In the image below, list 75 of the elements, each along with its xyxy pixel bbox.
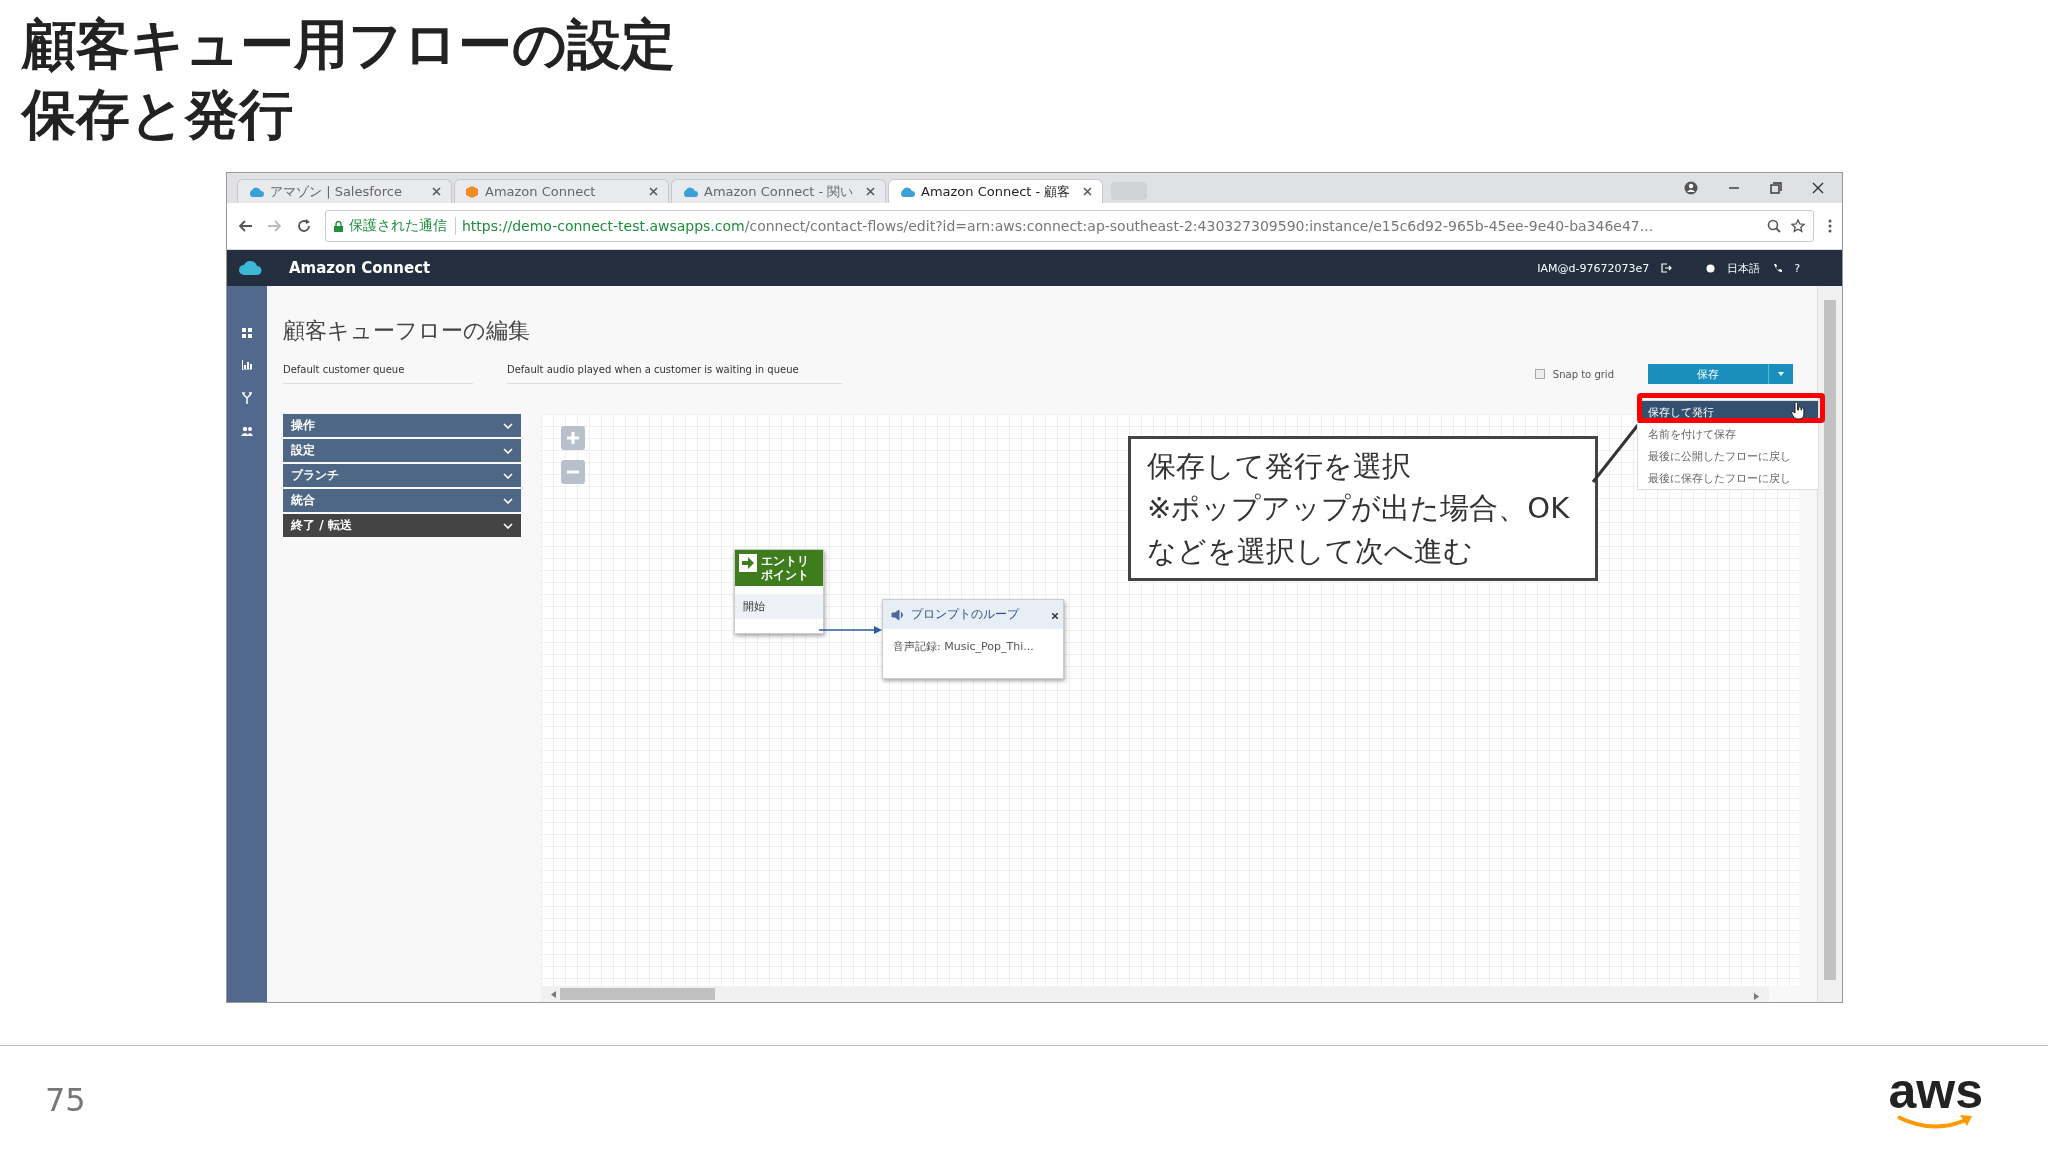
secure-label: 保護された通信: [349, 217, 456, 235]
account-icon[interactable]: [1684, 181, 1698, 195]
snap-checkbox[interactable]: [1534, 369, 1545, 379]
scroll-thumb[interactable]: [1824, 300, 1836, 980]
bar-chart-icon[interactable]: [242, 360, 252, 370]
cloud-icon: [682, 185, 698, 198]
palette-section[interactable]: 設定: [283, 439, 521, 462]
scroll-thumb[interactable]: [560, 988, 715, 1000]
close-icon[interactable]: [1052, 613, 1058, 619]
node-output: 開始: [735, 594, 823, 619]
palette-section[interactable]: 統合: [283, 489, 521, 512]
back-icon[interactable]: [237, 219, 253, 233]
menu-item[interactable]: 名前を付けて保存: [1638, 423, 1818, 445]
input-field[interactable]: Default audio played when a customer is waiting in queue: [507, 364, 842, 384]
restore-icon[interactable]: [1770, 182, 1782, 194]
node-title: プロンプトのループ: [911, 606, 1019, 623]
chevron-icon: [503, 497, 513, 504]
page-number: 75: [45, 1080, 86, 1119]
logout-icon[interactable]: [1661, 263, 1673, 273]
callout-text: などを選択して次へ進む: [1147, 532, 1474, 570]
cloud-icon: [248, 185, 264, 198]
phone-icon[interactable]: [1772, 263, 1783, 273]
input-field[interactable]: Default customer queue: [283, 364, 473, 384]
slide-title: 顧客キュー用フローの設定: [22, 12, 675, 78]
cube-icon: [465, 184, 479, 199]
connector-arrow: [819, 626, 882, 634]
lock-icon: [334, 220, 343, 232]
palette-section[interactable]: 操作: [283, 414, 521, 437]
browser-tab[interactable]: Amazon Connect - 顧客: [888, 179, 1103, 203]
palette-section[interactable]: 終了 / 転送: [283, 514, 521, 537]
menu-item[interactable]: 最後に保存したフローに戻し: [1638, 467, 1818, 489]
url-text: https://demo-connect-test.awsapps.com/connect/contact-flows/edit?id=arn:aws:connect:ap-southeast-2:430327309590:instance/e15c6d92-965b-45ee-9e40-ba346e47...: [462, 218, 1654, 234]
page-title: 顧客キューフローの編集: [283, 317, 531, 345]
close-icon[interactable]: [866, 187, 875, 196]
language-menu[interactable]: 日本語: [1727, 260, 1761, 276]
close-icon[interactable]: [1083, 187, 1092, 196]
node-detail: 音声記録: Music_Pop_Thi...: [892, 639, 1035, 655]
callout-text: ※ポップアップが出た場合、OK: [1147, 490, 1571, 528]
zoom-icon[interactable]: [1767, 219, 1781, 233]
node-title: エントリポイント: [761, 554, 810, 582]
user-name: IAM@d-97672073e7: [1537, 261, 1650, 275]
chevron-icon: [503, 422, 513, 429]
aws-logo-text: aws: [1888, 1068, 1983, 1113]
reload-icon[interactable]: [297, 219, 311, 233]
cloud-logo-icon: [239, 259, 263, 277]
save-button[interactable]: 保存: [1648, 364, 1793, 384]
users-icon[interactable]: [241, 426, 253, 436]
checkbox-label: Snap to grid: [1552, 368, 1614, 380]
kebab-menu-icon[interactable]: [1828, 219, 1832, 233]
chevron-icon: [503, 447, 513, 454]
close-icon[interactable]: [1812, 182, 1824, 194]
scroll-left-icon[interactable]: [551, 990, 556, 998]
app-brand: Amazon Connect: [289, 259, 431, 277]
dashboard-icon[interactable]: [242, 328, 252, 338]
callout-text: 保存して発行を選択: [1147, 448, 1412, 486]
browser-tab[interactable]: Amazon Connect - 関い: [671, 179, 886, 203]
cloud-icon: [899, 185, 915, 198]
close-icon[interactable]: [649, 187, 658, 196]
chevron-icon: [503, 472, 513, 479]
browser-tab[interactable]: Amazon Connect: [454, 179, 669, 203]
address-bar[interactable]: 保護された通信 https://demo-connect-test.awsapps.com/connect/contact-flows/edit?id=arn:aws:connect:ap-southeast-2:430327309590:instance/e15c6d92-965b-45ee-9e40-ba346e47...: [325, 210, 1814, 242]
browser-tab[interactable]: アマゾン | Salesforce: [237, 179, 452, 203]
speaker-icon: [891, 609, 905, 620]
scroll-right-icon[interactable]: [1754, 992, 1759, 1000]
arrow-icon: [739, 554, 757, 572]
star-icon[interactable]: [1791, 219, 1805, 233]
caret-icon: [1778, 372, 1784, 376]
plus-icon: [566, 431, 580, 445]
palette-section[interactable]: ブランチ: [283, 464, 521, 487]
help-link[interactable]: ?: [1794, 261, 1800, 275]
close-icon[interactable]: [432, 187, 441, 196]
chevron-icon: [503, 522, 513, 529]
menu-item[interactable]: 最後に公開したフローに戻し: [1638, 445, 1818, 467]
slide-title: 保存と発行: [22, 82, 293, 148]
routing-icon[interactable]: [242, 392, 252, 404]
